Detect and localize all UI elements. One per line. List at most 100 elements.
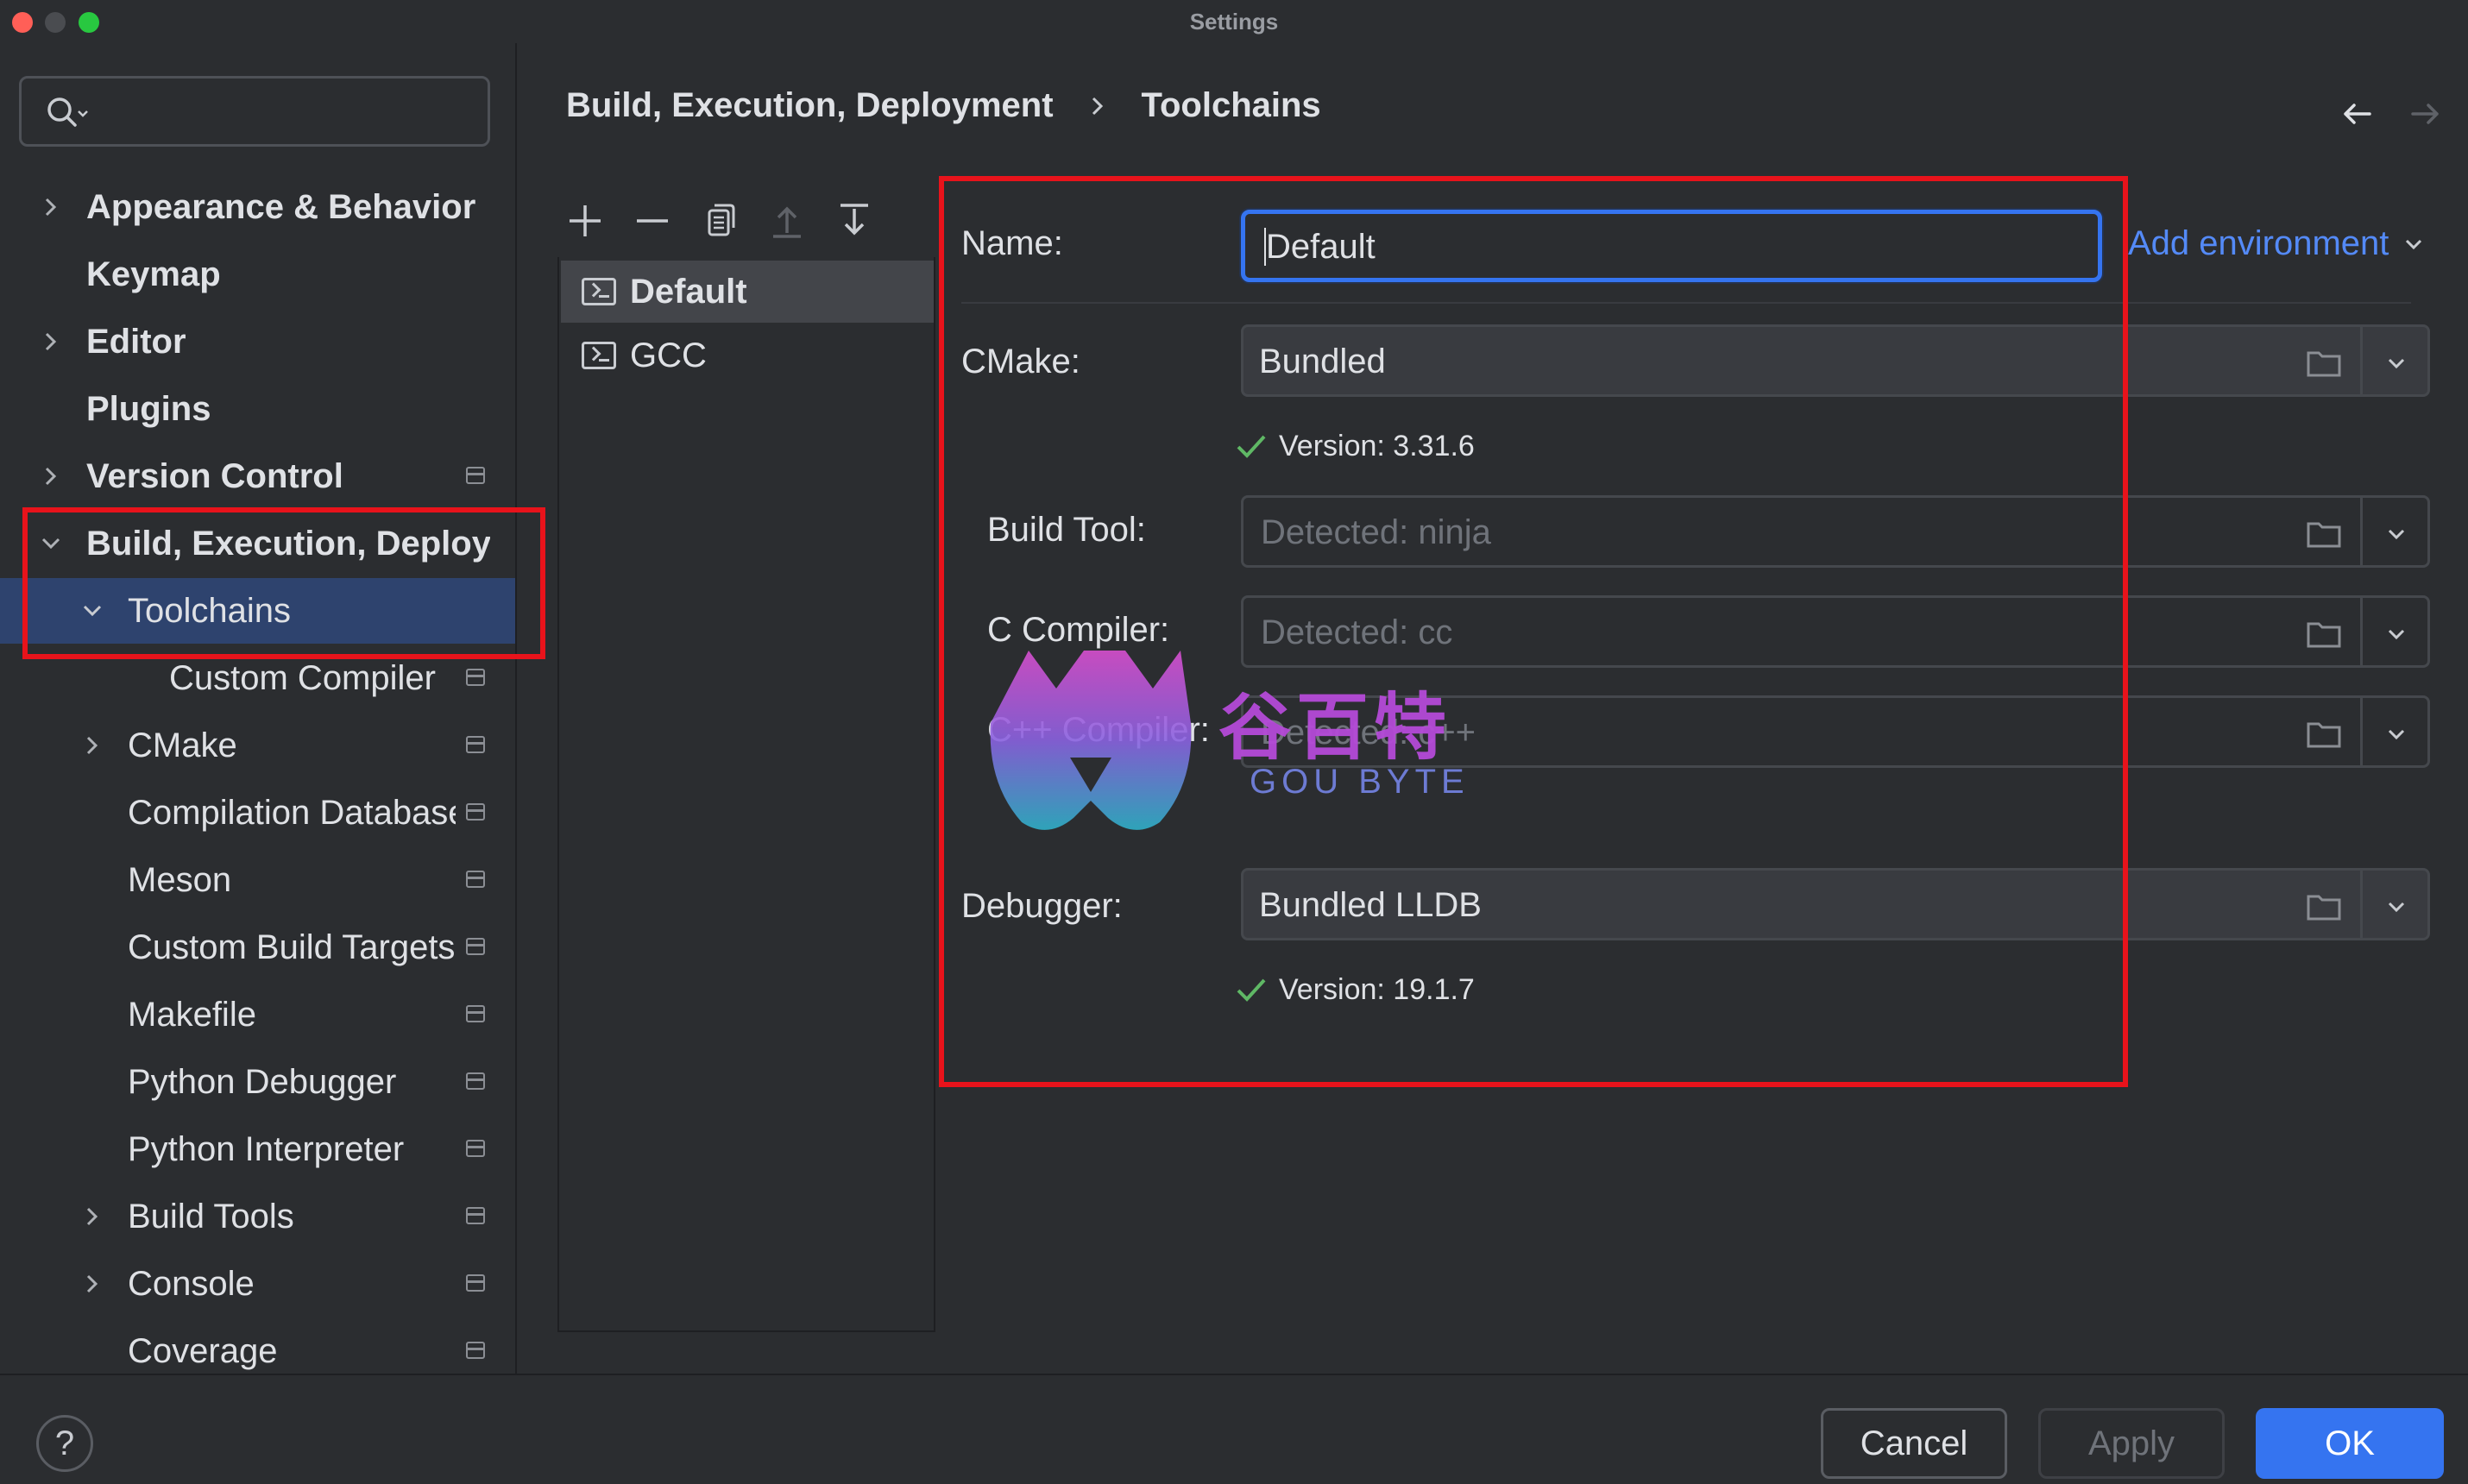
sidebar-item-label: Custom Build Targets xyxy=(128,928,456,966)
terminal-icon xyxy=(582,342,616,369)
project-settings-icon xyxy=(466,803,485,821)
folder-icon[interactable] xyxy=(2307,720,2341,748)
divider xyxy=(2360,327,2363,394)
chevron-down-icon[interactable] xyxy=(2383,720,2410,748)
divider xyxy=(2360,871,2363,938)
arrow-down-icon xyxy=(841,204,868,236)
sidebar-item-makefile[interactable]: Makefile xyxy=(0,982,515,1047)
folder-icon[interactable] xyxy=(2307,620,2341,648)
copy-button[interactable] xyxy=(694,195,746,247)
sidebar-item-appearance-behavior[interactable]: Appearance & Behavior xyxy=(0,174,515,240)
project-settings-icon xyxy=(466,1072,485,1090)
forward-arrow-icon[interactable] xyxy=(2408,97,2442,131)
sidebar-item-label: Keymap xyxy=(86,255,221,293)
divider xyxy=(2360,598,2363,665)
project-settings-icon xyxy=(466,1140,485,1157)
chevron-right-icon xyxy=(86,1207,98,1226)
sidebar-item-label: Custom Compiler xyxy=(169,658,436,697)
sidebar-item-meson[interactable]: Meson xyxy=(0,847,515,913)
dialog-footer: ? Cancel Apply OK xyxy=(0,1375,2468,1484)
sidebar-item-label: Coverage xyxy=(128,1331,278,1370)
list-item-label: Default xyxy=(630,272,747,311)
project-settings-icon xyxy=(466,1207,485,1224)
sidebar-item-label: CMake xyxy=(128,726,237,764)
breadcrumb-current: Toolchains xyxy=(1141,86,1321,124)
highlight-box-sidebar xyxy=(22,507,545,659)
settings-sidebar: Appearance & Behavior Keymap Editor Plug… xyxy=(0,43,515,1374)
sidebar-item-console[interactable]: Console xyxy=(0,1251,515,1317)
project-settings-icon xyxy=(466,871,485,888)
list-item-gcc[interactable]: GCC xyxy=(561,324,934,387)
sidebar-item-label: Makefile xyxy=(128,995,256,1034)
minus-icon xyxy=(637,219,668,223)
folder-icon[interactable] xyxy=(2307,520,2341,548)
remove-button[interactable] xyxy=(626,195,678,247)
sidebar-item-label: Appearance & Behavior xyxy=(86,187,476,226)
sidebar-item-editor[interactable]: Editor xyxy=(0,309,515,374)
sidebar-item-custom-build-targets[interactable]: Custom Build Targets xyxy=(0,915,515,980)
list-item-default[interactable]: Default xyxy=(561,261,934,323)
sidebar-item-label: Editor xyxy=(86,322,186,361)
project-settings-icon xyxy=(466,669,485,686)
arrow-up-icon xyxy=(773,206,801,238)
sidebar-item-label: Compilation Database xyxy=(128,793,456,832)
move-down-button[interactable] xyxy=(828,195,880,247)
apply-button[interactable]: Apply xyxy=(2038,1408,2225,1479)
add-environment-dropdown[interactable]: Add environment xyxy=(2128,224,2425,263)
sidebar-item-label: Meson xyxy=(128,860,232,899)
sidebar-item-python-interpreter[interactable]: Python Interpreter xyxy=(0,1116,515,1182)
chevron-right-icon xyxy=(86,1274,98,1293)
help-button[interactable]: ? xyxy=(36,1415,93,1472)
copy-icon xyxy=(708,204,735,236)
highlight-box-details xyxy=(939,176,2128,1087)
chevron-right-icon xyxy=(1092,97,1103,115)
search-input[interactable] xyxy=(19,76,490,147)
project-settings-icon xyxy=(466,938,485,955)
back-arrow-icon[interactable] xyxy=(2340,97,2375,131)
add-environment-label: Add environment xyxy=(2128,224,2389,262)
ok-button[interactable]: OK xyxy=(2256,1408,2444,1479)
sidebar-item-cmake[interactable]: CMake xyxy=(0,713,515,778)
divider xyxy=(2360,498,2363,565)
toolchains-list[interactable]: Default GCC xyxy=(557,257,935,1332)
sidebar-item-build-tools[interactable]: Build Tools xyxy=(0,1184,515,1249)
sidebar-item-keymap[interactable]: Keymap xyxy=(0,242,515,307)
window-title: Settings xyxy=(1189,9,1279,35)
breadcrumb-parent[interactable]: Build, Execution, Deployment xyxy=(566,86,1054,125)
add-button[interactable] xyxy=(559,195,611,247)
chevron-down-icon xyxy=(2406,239,2422,249)
move-up-button[interactable] xyxy=(761,195,813,247)
folder-icon[interactable] xyxy=(2307,893,2341,921)
chevron-right-icon xyxy=(45,198,57,217)
sidebar-item-compilation-database[interactable]: Compilation Database xyxy=(0,780,515,846)
project-settings-icon xyxy=(466,1274,485,1292)
project-settings-icon xyxy=(466,1005,485,1022)
breadcrumb: Build, Execution, Deployment Toolchains xyxy=(566,86,1321,125)
sidebar-item-version-control[interactable]: Version Control xyxy=(0,443,515,509)
sidebar-item-python-debugger[interactable]: Python Debugger xyxy=(0,1049,515,1115)
project-settings-icon xyxy=(466,736,485,753)
project-settings-icon xyxy=(466,467,485,484)
sidebar-item-plugins[interactable]: Plugins xyxy=(0,376,515,442)
sidebar-divider[interactable] xyxy=(515,43,517,1374)
list-item-label: GCC xyxy=(630,336,707,374)
cancel-button[interactable]: Cancel xyxy=(1821,1408,2007,1479)
sidebar-item-label: Python Debugger xyxy=(128,1062,397,1101)
title-bar: Settings xyxy=(0,0,2468,43)
chevron-down-icon[interactable] xyxy=(2383,893,2410,921)
search-icon xyxy=(47,97,88,127)
terminal-icon xyxy=(582,278,616,305)
sidebar-item-label: Version Control xyxy=(86,456,343,495)
chevron-down-icon[interactable] xyxy=(2383,349,2410,377)
divider xyxy=(2360,698,2363,765)
plus-icon xyxy=(570,205,601,236)
chevron-down-icon[interactable] xyxy=(2383,620,2410,648)
folder-icon[interactable] xyxy=(2307,349,2341,377)
sidebar-item-label: Python Interpreter xyxy=(128,1129,405,1168)
chevron-down-icon[interactable] xyxy=(2383,520,2410,548)
sidebar-item-label: Build Tools xyxy=(128,1197,294,1236)
project-settings-icon xyxy=(466,1342,485,1359)
sidebar-item-label: Plugins xyxy=(86,389,211,428)
sidebar-item-label: Console xyxy=(128,1264,255,1303)
chevron-right-icon xyxy=(86,736,98,755)
